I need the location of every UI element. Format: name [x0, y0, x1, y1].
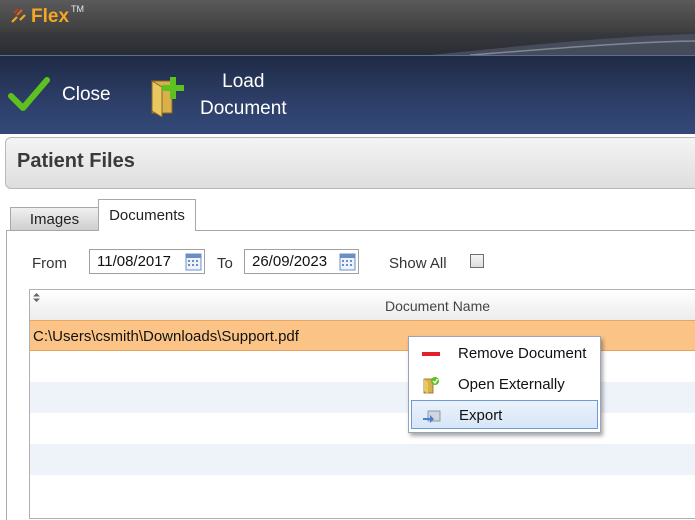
page-title: Patient Files: [17, 150, 135, 172]
app-logo: Flex TM: [8, 4, 84, 28]
calendar-icon[interactable]: [185, 252, 202, 271]
load-document-button[interactable]: Load Document: [148, 56, 287, 134]
empty-row: [30, 475, 695, 506]
export-icon: [423, 410, 441, 423]
load-label-line1: Load: [222, 71, 265, 92]
document-name-cell: C:\Users\csmith\Downloads\Support.pdf: [33, 328, 299, 345]
page-header: Patient Files: [5, 137, 695, 189]
load-label-line2: Document: [200, 98, 287, 119]
to-date-value: 26/09/2023: [252, 253, 328, 270]
menu-item-export[interactable]: Export: [411, 400, 598, 429]
title-bar: Flex TM: [0, 0, 695, 32]
from-date-picker[interactable]: 11/08/2017: [89, 249, 205, 274]
title-band: [0, 32, 695, 55]
tab-images[interactable]: Images: [10, 207, 99, 230]
sort-icon[interactable]: [33, 293, 40, 302]
folder-add-icon: [151, 77, 184, 117]
open-externally-icon: [423, 377, 439, 394]
menu-item-label: Export: [459, 407, 503, 424]
checkmark-icon: [8, 77, 50, 111]
app-name: Flex: [31, 6, 70, 27]
close-label: Close: [62, 84, 111, 105]
calendar-icon[interactable]: [339, 252, 356, 271]
menu-item-label: Open Externally: [458, 376, 565, 393]
tab-strip: Images Documents: [0, 199, 695, 231]
empty-row: [30, 444, 695, 475]
grid-header: Document Name: [30, 290, 695, 321]
show-all-checkbox[interactable]: [470, 254, 484, 268]
flex-logo-icon: [11, 8, 26, 23]
from-date-value: 11/08/2017: [97, 253, 171, 270]
to-label: To: [217, 255, 233, 272]
decorative-swoosh: [430, 34, 695, 55]
tab-documents[interactable]: Documents: [98, 199, 196, 231]
trademark: TM: [71, 4, 85, 14]
context-menu: Remove Document Open Externally Export: [408, 336, 601, 433]
menu-item-remove-document[interactable]: Remove Document: [411, 339, 598, 368]
from-label: From: [32, 255, 67, 272]
menu-item-label: Remove Document: [458, 345, 587, 362]
panel-border: [6, 230, 7, 520]
toolbar: Close Load Document: [0, 55, 695, 134]
show-all-label: Show All: [389, 255, 447, 272]
load-document-label: Load Document: [200, 68, 287, 122]
menu-item-open-externally[interactable]: Open Externally: [411, 370, 598, 399]
column-header-document-name[interactable]: Document Name: [385, 298, 490, 314]
close-button[interactable]: Close: [8, 56, 111, 134]
remove-icon: [422, 352, 440, 356]
to-date-picker[interactable]: 26/09/2023: [244, 249, 359, 274]
